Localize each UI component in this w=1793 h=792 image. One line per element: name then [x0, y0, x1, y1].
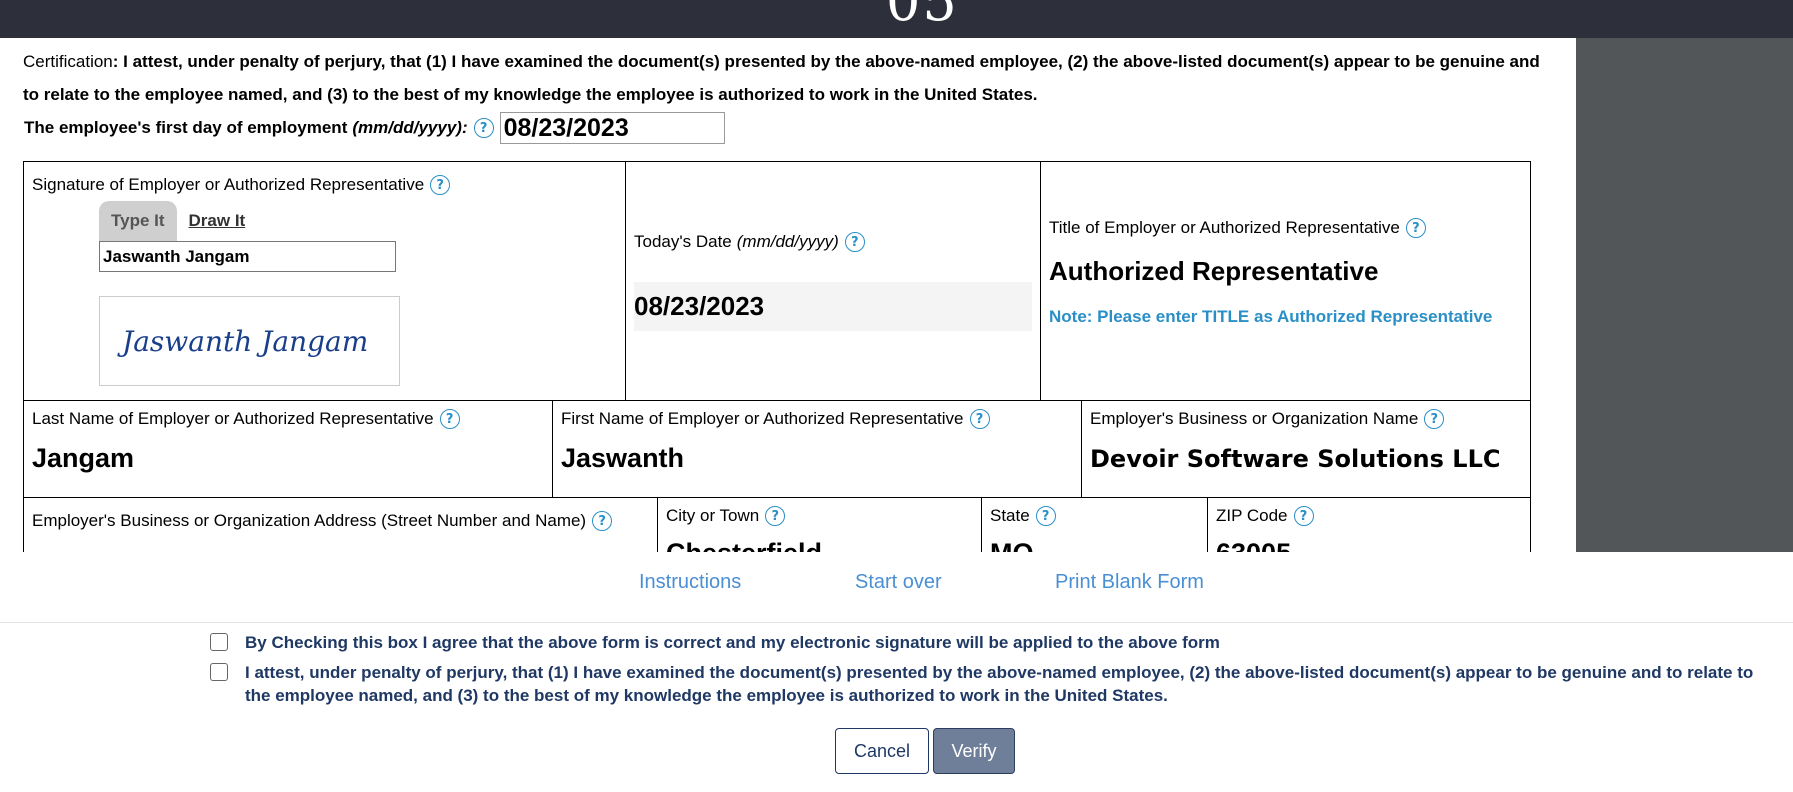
help-icon[interactable]: ? — [844, 232, 865, 252]
help-icon[interactable]: ? — [473, 118, 494, 138]
help-icon[interactable]: ? — [1035, 506, 1056, 526]
signature-row: Signature of Employer or Authorized Repr… — [24, 162, 1530, 401]
city-label: City or Town — [666, 506, 760, 525]
help-icon[interactable]: ? — [439, 409, 460, 429]
agree-checkbox[interactable] — [210, 633, 228, 651]
first-name-label-row: First Name of Employer or Authorized Rep… — [561, 409, 1073, 429]
signature-text-input[interactable]: Jaswanth Jangam — [99, 241, 396, 272]
title-cell: Title of Employer or Authorized Represen… — [1041, 162, 1530, 400]
title-value[interactable]: Authorized Representative — [1049, 256, 1522, 287]
employer-grid: Signature of Employer or Authorized Repr… — [23, 161, 1531, 552]
attest-text: I attest, under penalty of perjury, that… — [245, 663, 1754, 705]
zip-value[interactable]: 63005 — [1216, 538, 1522, 552]
form-links: Instructions Start over Print Blank Form — [0, 571, 1793, 603]
certification-body: : I attest, under penalty of perjury, th… — [23, 52, 1540, 104]
verify-button[interactable]: Verify — [933, 728, 1015, 774]
name-row: Last Name of Employer or Authorized Repr… — [24, 401, 1530, 498]
address-label: Employer's Business or Organization Addr… — [32, 511, 587, 530]
help-icon[interactable]: ? — [592, 511, 613, 531]
agree-text: By Checking this box I agree that the ab… — [245, 633, 1220, 652]
first-day-input[interactable]: 08/23/2023 — [499, 112, 725, 144]
top-bar: 05 — [0, 0, 1793, 38]
state-label-row: State ? — [990, 506, 1199, 526]
attest-checkbox[interactable] — [210, 663, 228, 681]
signature-cell: Signature of Employer or Authorized Repr… — [24, 162, 626, 400]
cancel-button[interactable]: Cancel — [835, 728, 929, 774]
state-label: State — [990, 506, 1030, 525]
certification-text: Certification: I attest, under penalty o… — [23, 45, 1553, 111]
signature-tabs: Type It Draw It — [99, 201, 617, 241]
first-day-format: (mm/dd/yyyy): — [352, 118, 468, 137]
signature-label-row: Signature of Employer or Authorized Repr… — [32, 175, 617, 195]
business-name-cell: Employer's Business or Organization Name… — [1082, 401, 1530, 497]
last-name-label: Last Name of Employer or Authorized Repr… — [32, 409, 434, 428]
help-icon[interactable]: ? — [1293, 506, 1314, 526]
signature-preview: Jaswanth Jangam — [99, 296, 400, 386]
attest-check-row: I attest, under penalty of perjury, that… — [210, 661, 1755, 707]
todays-date-label: Today's Date — [634, 232, 732, 251]
help-icon[interactable]: ? — [969, 409, 990, 429]
last-name-label-row: Last Name of Employer or Authorized Repr… — [32, 409, 544, 429]
city-label-row: City or Town ? — [666, 506, 973, 526]
agree-check-row: By Checking this box I agree that the ab… — [210, 631, 1745, 654]
first-day-row: The employee's first day of employment (… — [24, 112, 725, 144]
divider — [0, 622, 1793, 623]
zip-label-row: ZIP Code ? — [1216, 506, 1522, 526]
help-icon[interactable]: ? — [1424, 409, 1445, 429]
todays-date-value: 08/23/2023 — [634, 282, 1032, 331]
city-value[interactable]: Chesterfield — [666, 538, 973, 552]
address-row: Employer's Business or Organization Addr… — [24, 498, 1530, 552]
help-icon[interactable]: ? — [430, 175, 451, 195]
title-label: Title of Employer or Authorized Represen… — [1049, 218, 1400, 237]
certification-lead: Certification — [23, 52, 113, 71]
tab-draw-it[interactable]: Draw It — [177, 201, 258, 241]
state-value[interactable]: MO — [990, 538, 1199, 552]
todays-date-cell: Today's Date (mm/dd/yyyy) ? 08/23/2023 — [626, 162, 1041, 400]
business-name-value[interactable]: Devoir Software Solutions LLC — [1090, 445, 1522, 473]
first-name-label: First Name of Employer or Authorized Rep… — [561, 409, 964, 428]
print-blank-form-link[interactable]: Print Blank Form — [1055, 571, 1204, 594]
help-icon[interactable]: ? — [765, 506, 786, 526]
business-name-label: Employer's Business or Organization Name — [1090, 409, 1419, 428]
last-name-cell: Last Name of Employer or Authorized Repr… — [24, 401, 553, 497]
first-day-label: The employee's first day of employment — [24, 118, 348, 137]
title-label-row: Title of Employer or Authorized Represen… — [1049, 218, 1522, 238]
city-cell: City or Town ? Chesterfield — [658, 498, 982, 552]
form-viewer[interactable]: Certification: I attest, under penalty o… — [0, 38, 1576, 552]
first-name-cell: First Name of Employer or Authorized Rep… — [553, 401, 1082, 497]
instructions-link[interactable]: Instructions — [639, 571, 741, 594]
start-over-link[interactable]: Start over — [855, 571, 942, 594]
last-name-value[interactable]: Jangam — [32, 443, 544, 474]
todays-date-label-row: Today's Date (mm/dd/yyyy) ? — [634, 232, 1032, 252]
help-icon[interactable]: ? — [1405, 218, 1426, 238]
zip-cell: ZIP Code ? 63005 — [1208, 498, 1530, 552]
viewer-side-panel — [1576, 38, 1793, 552]
todays-date-format: (mm/dd/yyyy) — [736, 232, 839, 251]
page-number-glyph: 05 — [886, 0, 959, 33]
signature-label: Signature of Employer or Authorized Repr… — [32, 175, 425, 194]
title-note: Note: Please enter TITLE as Authorized R… — [1049, 307, 1493, 326]
zip-label: ZIP Code — [1216, 506, 1288, 525]
tab-type-it[interactable]: Type It — [99, 201, 177, 241]
address-cell: Employer's Business or Organization Addr… — [24, 498, 658, 552]
state-cell: State ? MO — [982, 498, 1208, 552]
address-label-row: Employer's Business or Organization Addr… — [32, 511, 649, 531]
first-name-value[interactable]: Jaswanth — [561, 443, 1073, 474]
business-name-label-row: Employer's Business or Organization Name… — [1090, 409, 1522, 429]
